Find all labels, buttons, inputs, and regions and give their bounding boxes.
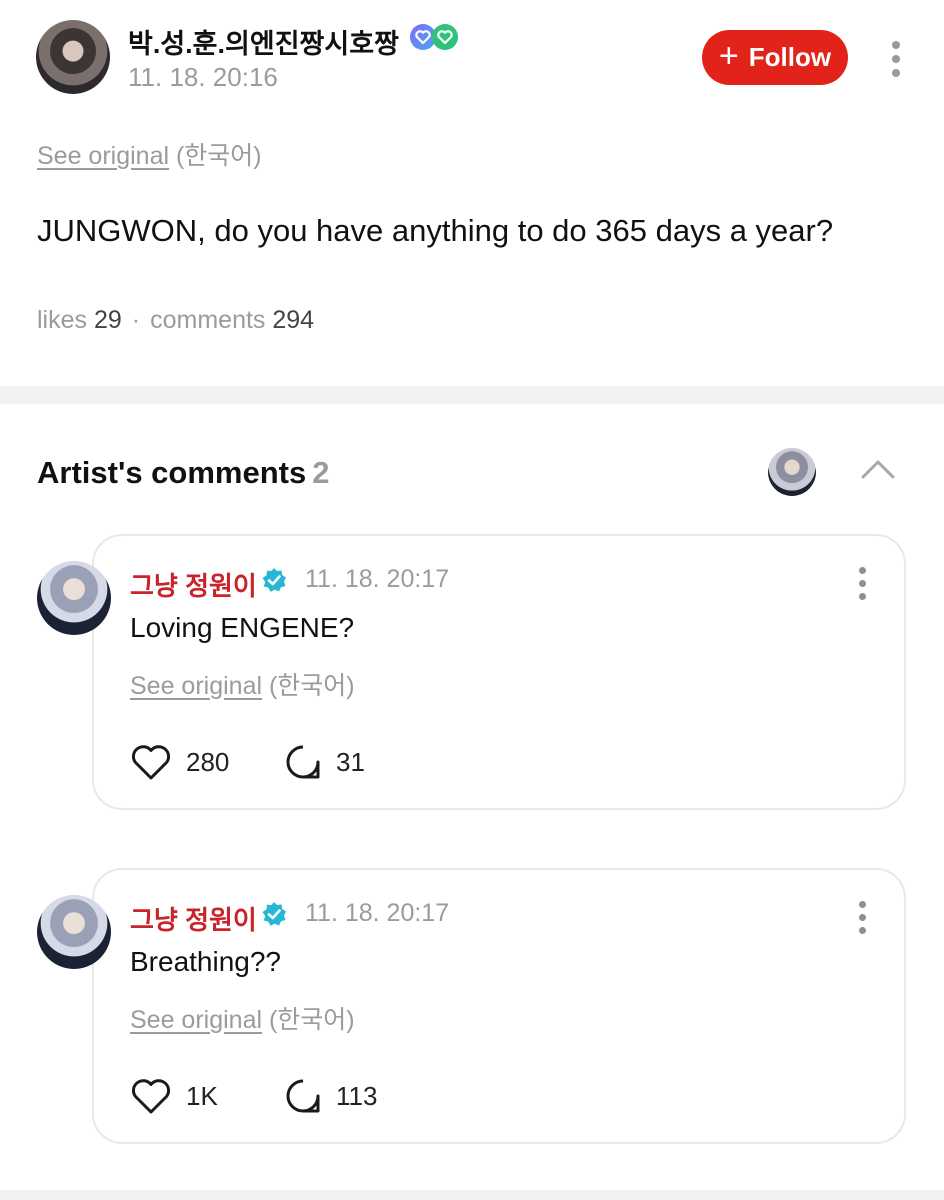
comment-bubble-icon <box>286 1079 320 1113</box>
heart-icon <box>132 745 170 780</box>
more-vertical-icon[interactable] <box>855 901 869 934</box>
author-name[interactable]: 박.성.훈.의엔진짱시호짱 <box>128 22 399 61</box>
post-stats: likes 29 · comments 294 <box>37 306 314 335</box>
commenter-name[interactable]: 그냥 정원이 <box>130 900 257 937</box>
comment-bubble-icon <box>286 745 320 779</box>
reply-button[interactable]: 113 <box>284 1077 377 1115</box>
comments-count[interactable]: 294 <box>272 306 314 334</box>
comment-time: 11. 18. 20:17 <box>305 565 450 593</box>
comments-label[interactable]: comments <box>150 306 265 334</box>
verified-icon <box>262 568 286 592</box>
artist-comments-title: Artist's comments 2 <box>37 455 329 491</box>
chevron-up-icon[interactable] <box>860 456 896 482</box>
comment-actions: 280 31 <box>130 743 365 781</box>
likes-count: 29 <box>93 306 122 334</box>
commenter-avatar[interactable] <box>37 561 111 635</box>
author-avatar[interactable] <box>36 20 110 94</box>
follow-label: Follow <box>748 42 832 72</box>
like-button[interactable]: 1K <box>130 1077 284 1115</box>
like-count: 1K <box>186 1080 218 1111</box>
follow-button[interactable]: + Follow <box>702 30 848 85</box>
post-time: 11. 18. 20:16 <box>128 62 278 92</box>
see-original-row: See original (한국어) <box>37 136 262 172</box>
more-vertical-icon[interactable] <box>889 41 903 77</box>
heart-icon <box>132 1079 170 1114</box>
artist-avatar-small[interactable] <box>768 448 816 496</box>
author-badges <box>410 24 458 50</box>
see-original-row: See original (한국어) <box>130 666 355 702</box>
see-original-link[interactable]: See original <box>37 142 169 170</box>
reply-count: 113 <box>336 1080 378 1111</box>
like-count: 280 <box>186 746 230 777</box>
bottom-divider <box>0 1190 944 1200</box>
comment-actions: 1K 113 <box>130 1077 377 1115</box>
artist-comments-count: 2 <box>312 455 330 490</box>
comment-text: Breathing?? <box>130 946 282 977</box>
see-original-row: See original (한국어) <box>130 1000 355 1036</box>
artist-comment-card[interactable]: 그냥 정원이 11. 18. 20:17 Breathing?? See ori… <box>92 868 906 1144</box>
see-original-link[interactable]: See original <box>130 672 262 700</box>
post-text: JUNGWON, do you have anything to do 365 … <box>37 213 834 248</box>
artist-comments-label: Artist's comments <box>37 455 307 490</box>
see-original-link[interactable]: See original <box>130 1006 262 1034</box>
fan-badge-icon <box>432 24 458 50</box>
comment-text: Loving ENGENE? <box>130 612 355 643</box>
likes-label: likes <box>37 306 88 334</box>
commenter-avatar[interactable] <box>37 895 111 969</box>
verified-icon <box>262 902 286 926</box>
section-divider <box>0 386 944 404</box>
original-language: (한국어) <box>268 1006 355 1034</box>
stats-separator: · <box>131 306 141 334</box>
original-language: (한국어) <box>175 142 262 170</box>
artist-comment-card[interactable]: 그냥 정원이 11. 18. 20:17 Loving ENGENE? See … <box>92 534 906 810</box>
plus-icon: + <box>718 37 739 75</box>
commenter-name[interactable]: 그냥 정원이 <box>130 566 257 603</box>
original-language: (한국어) <box>268 672 355 700</box>
post: 박.성.훈.의엔진짱시호짱 11. 18. 20:16 + Follow See… <box>0 0 944 386</box>
more-vertical-icon[interactable] <box>855 567 869 600</box>
reply-count: 31 <box>336 746 365 777</box>
comment-time: 11. 18. 20:17 <box>305 899 450 927</box>
like-button[interactable]: 280 <box>130 743 284 781</box>
reply-button[interactable]: 31 <box>284 743 365 781</box>
